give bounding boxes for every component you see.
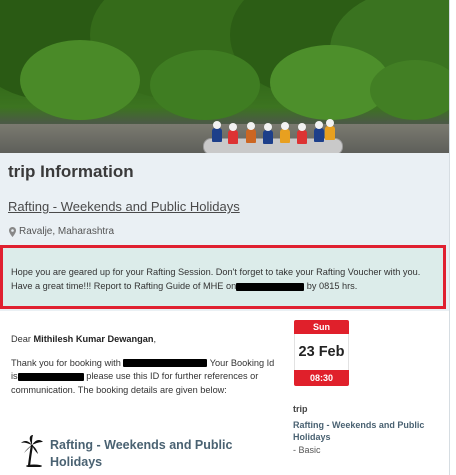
date-label: 23 Feb [294,334,349,370]
confirmation-letter: Dear Mithilesh Kumar Dewangan, Thank you… [11,333,276,407]
redacted-company [123,359,208,368]
location-text: Ravalje, Maharashtra [19,226,115,237]
notice-line-1: Hope you are geared up for your Rafting … [11,267,421,277]
summary-category: trip [293,404,308,414]
product-name: Rafting - Weekends and Public Holidays [50,438,233,469]
notice-line-2-start: Have a great time!!! Report to Rafting G… [11,281,237,291]
redacted-date [236,282,305,291]
day-label: Sun [294,320,349,334]
summary-variant: - Basic [293,445,321,455]
time-label: 08:30 [294,370,349,386]
customer-name: Mithilesh Kumar Dewangan [33,334,154,344]
location: Ravalje, Maharashtra [9,226,114,237]
thanks-text-1: Thank you for booking with [11,357,121,368]
page-title: trip Information [8,162,134,181]
trip-name-link[interactable]: Rafting - Weekends and Public Holidays [8,199,240,214]
map-pin-icon [9,226,16,237]
reminder-notice: Hope you are geared up for your Rafting … [0,245,446,309]
palm-tree-icon [21,435,43,467]
greeting: Dear [11,334,31,344]
booking-summary: trip Rafting - Weekends and Public Holid… [293,403,443,456]
greeting-comma: , [153,334,157,344]
rafting-hero-image [0,0,449,153]
summary-product-name: Rafting - Weekends and Public Holidays [293,420,425,442]
notice-line-2-end: by 0815 hrs. [306,281,358,291]
redacted-booking-id [17,372,84,381]
date-badge: Sun 23 Feb 08:30 [294,320,349,387]
